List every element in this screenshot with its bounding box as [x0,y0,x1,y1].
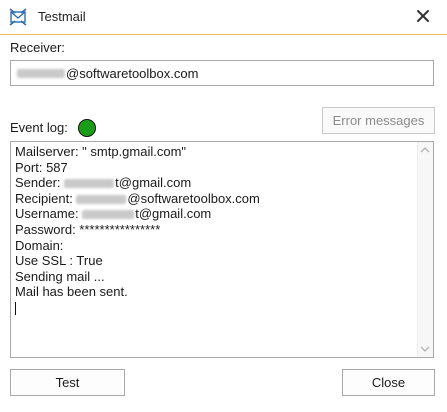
event-log-label: Event log: [10,120,68,135]
chevron-up-icon[interactable] [420,146,430,154]
log-username-prefix: Username: [15,206,83,222]
log-line-domain: Domain: [15,237,64,253]
log-line-recipient: Recipient: @softwaretoolbox.com [15,191,413,207]
chevron-down-icon[interactable] [420,345,430,353]
log-line-mailserver: Mailserver: " smtp.gmail.com" [15,144,187,159]
close-button[interactable]: Close [342,369,435,396]
event-log-content: Mailserver: " smtp.gmail.com" Port: 587 … [15,144,413,316]
log-recipient-prefix: Recipient: [15,190,77,206]
test-button[interactable]: Test [10,369,125,396]
log-recipient-suffix: @softwaretoolbox.com [127,190,260,206]
log-line-port: Port: 587 [15,159,68,175]
title-separator [0,34,447,35]
envelope-arrows-icon [9,8,27,26]
log-username-suffix: t@gmail.com [135,206,212,222]
text-caret [15,302,16,315]
redacted-text [82,210,135,220]
status-indicator [78,119,96,137]
log-line-password: Password: **************** [15,221,161,237]
receiver-label: Receiver: [10,40,65,55]
window-title: Testmail [38,9,86,24]
receiver-domain-text: @softwaretoolbox.com [66,65,199,81]
log-line-use-ssl: Use SSL : True [15,253,103,269]
redacted-text [64,179,115,189]
log-line-sent: Mail has been sent. [15,284,128,300]
log-line-caret [15,300,413,316]
log-line-sending: Sending mail ... [15,268,105,284]
log-sender-prefix: Sender: [15,175,65,191]
redacted-text [17,68,65,78]
log-sender-suffix: t@gmail.com [115,175,192,191]
log-line-username: Username: t@gmail.com [15,206,413,222]
close-icon[interactable] [412,5,434,27]
redacted-text [76,194,127,204]
vertical-scrollbar[interactable] [417,142,433,357]
title-bar: Testmail [0,0,447,34]
log-line-sender: Sender: t@gmail.com [15,175,413,191]
receiver-input[interactable]: @softwaretoolbox.com [10,60,434,86]
testmail-dialog: Testmail Receiver: @softwaretoolbox.com … [0,0,447,412]
error-messages-button[interactable]: Error messages [322,107,435,134]
event-log-textarea[interactable]: Mailserver: " smtp.gmail.com" Port: 587 … [10,141,434,358]
